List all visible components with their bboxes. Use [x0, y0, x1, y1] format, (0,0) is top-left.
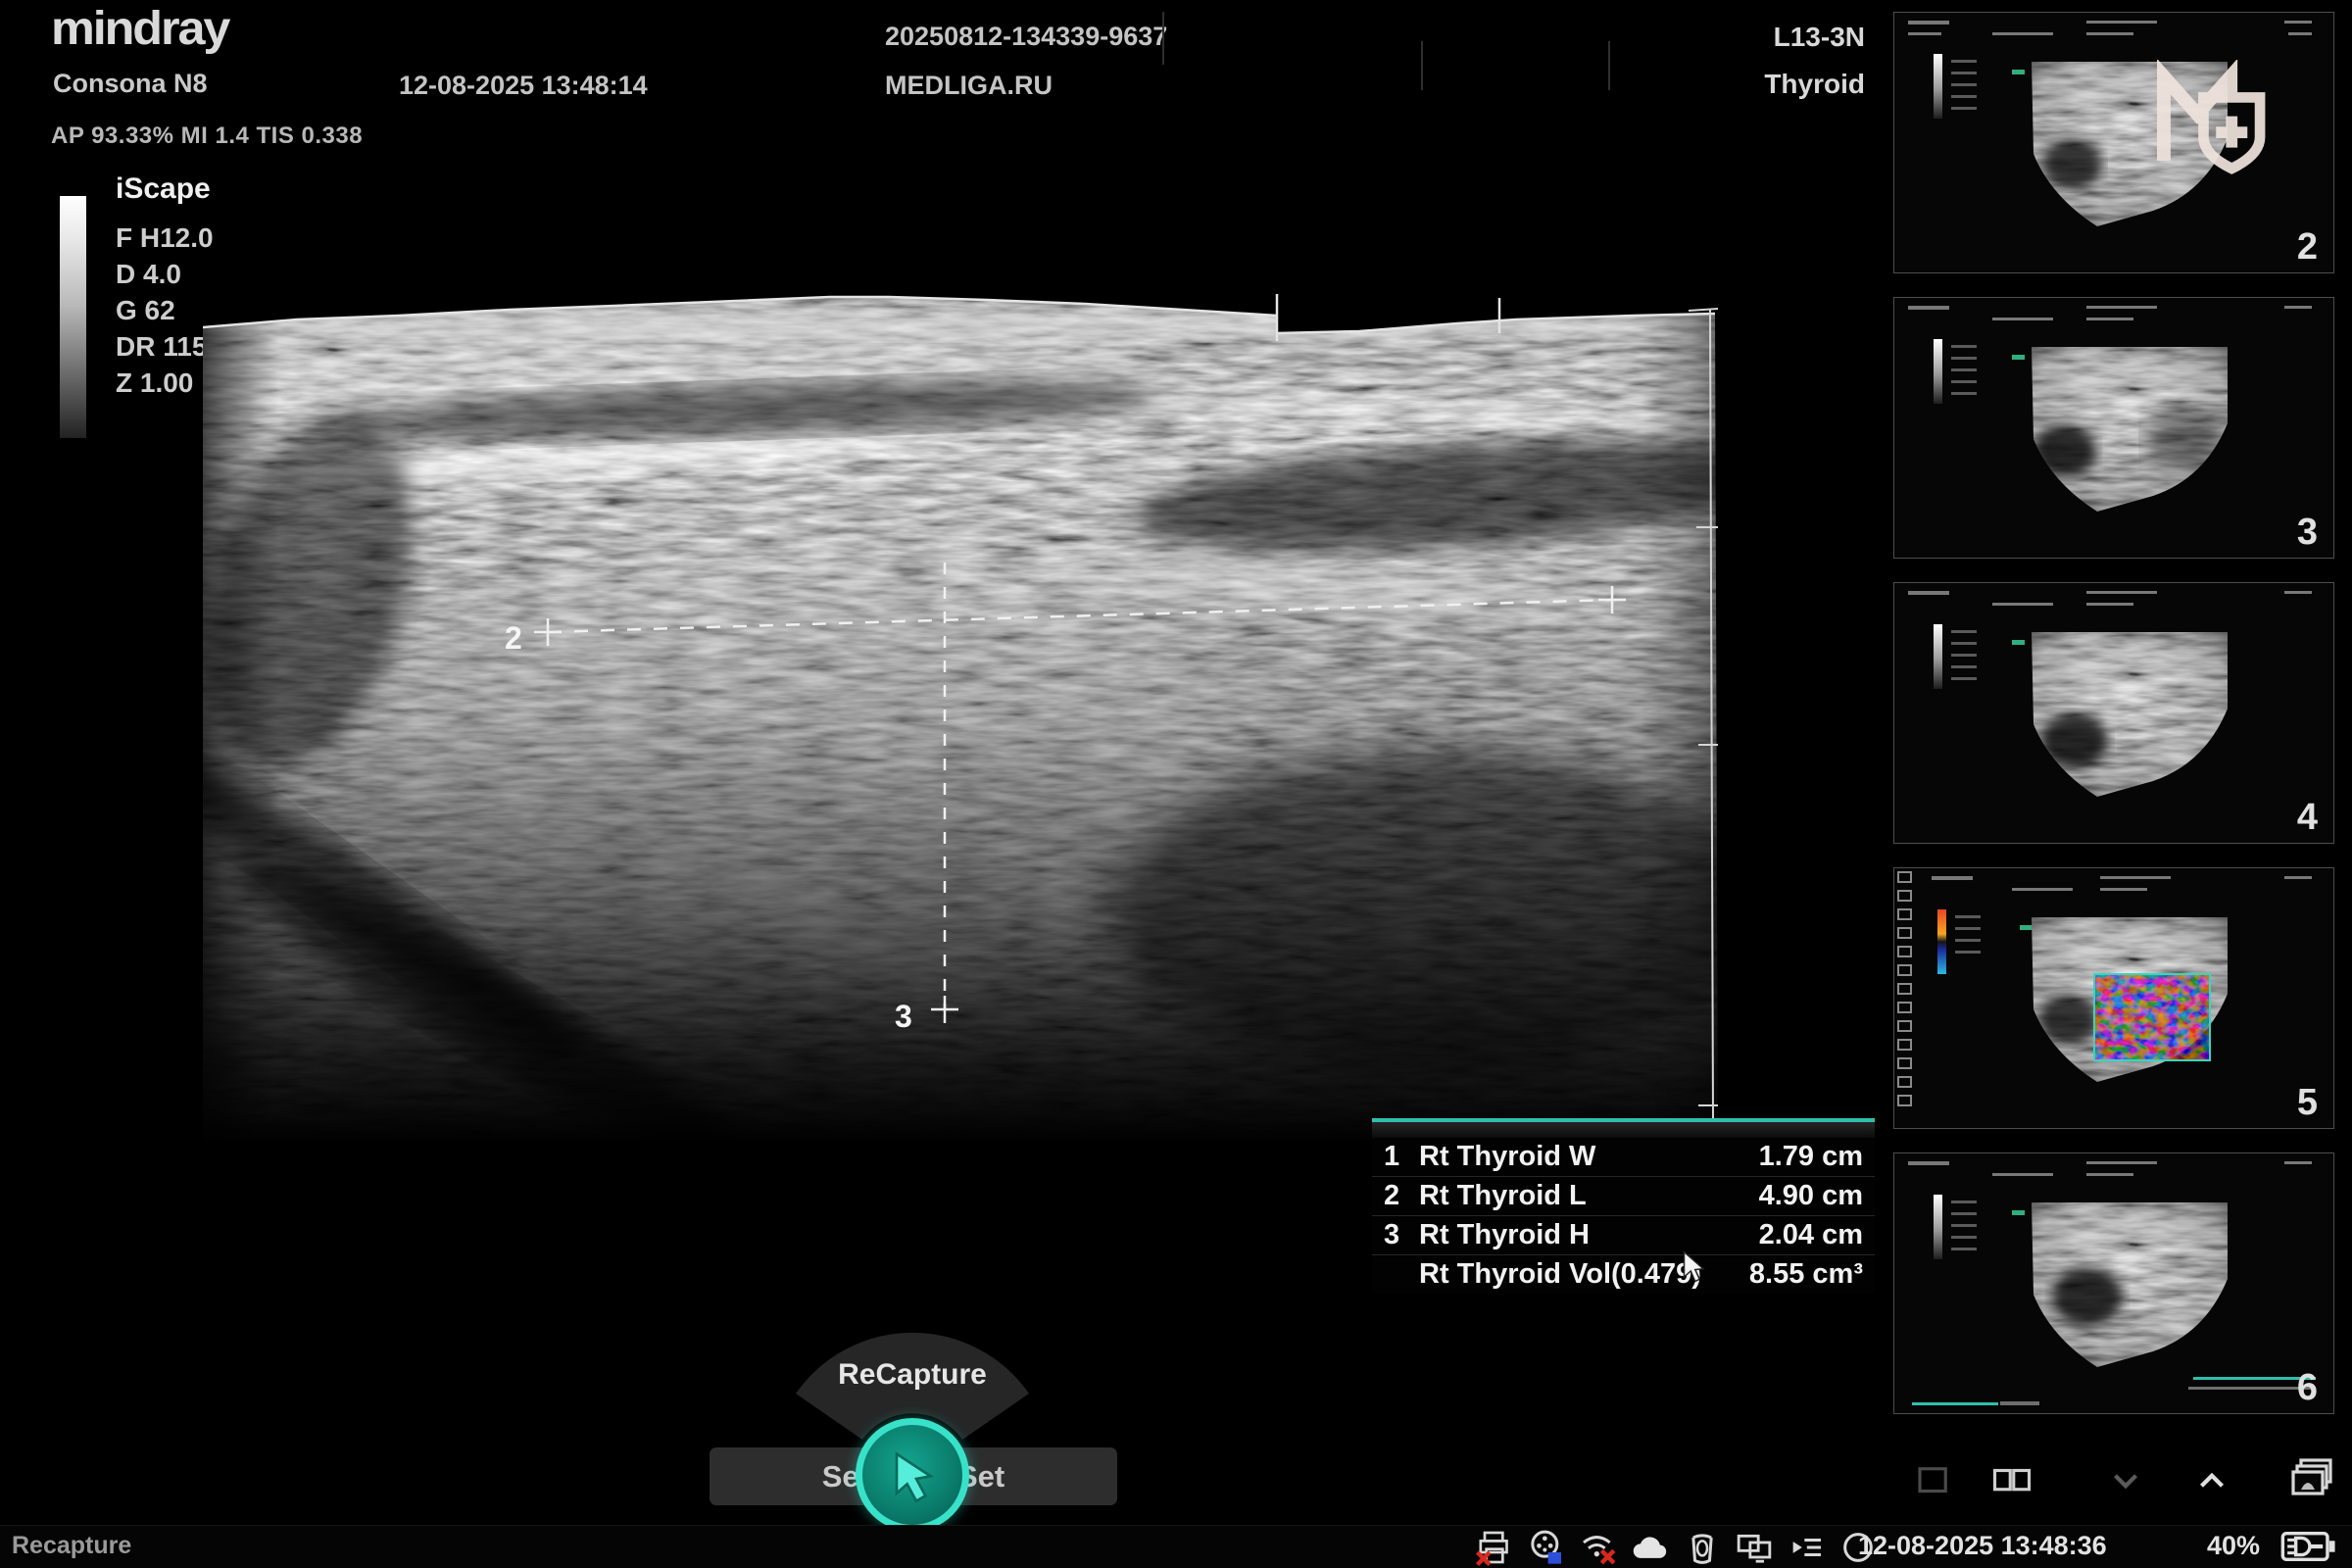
result-row-length: 2 Rt Thyroid L 4.90 cm	[1372, 1177, 1875, 1216]
battery-percent: 40%	[2207, 1531, 2260, 1561]
dual-frame-icon[interactable]	[1991, 1460, 2033, 1501]
caliper-2-label: 2	[505, 620, 522, 656]
chevron-up-icon[interactable]	[2191, 1460, 2232, 1501]
measurement-results-box: 1 Rt Thyroid W 1.79 cm 2 Rt Thyroid L 4.…	[1372, 1118, 1875, 1294]
thumbnail-5-image	[2004, 904, 2251, 1098]
ultrasound-panorama-image: 2 3	[203, 294, 1718, 1143]
result-label: Rt Thyroid H	[1419, 1219, 1759, 1251]
mouse-cursor	[1680, 1250, 1709, 1286]
chevron-down-icon[interactable]	[2105, 1460, 2146, 1501]
param-frequency: F H12.0	[116, 222, 214, 253]
current-function-label: Recapture	[12, 1532, 131, 1560]
exam-id: 20250812-134339-9637	[885, 22, 1167, 52]
thumbnail-number: 5	[2297, 1082, 2318, 1124]
result-index: 2	[1384, 1180, 1419, 1212]
result-row-height: 3 Rt Thyroid H 2.04 cm	[1372, 1216, 1875, 1255]
ultrasound-image-area: 2 3	[203, 294, 1718, 1143]
ultrasound-system-screen: mindray Consona N8 12-08-2025 13:48:14 2…	[0, 0, 2352, 1568]
thumbnail-4-image	[2004, 618, 2251, 812]
thumbnail-scale-label	[2000, 1401, 2039, 1405]
brand-logo: mindray	[51, 2, 228, 56]
image-parameters: F H12.0 D 4.0 G 62 DR 115 Z 1.00	[116, 220, 214, 401]
param-gain: G 62	[116, 295, 175, 325]
probe-name[interactable]: L13-3N	[1774, 22, 1865, 53]
acoustic-output-readout: AP 93.33% MI 1.4 TIS 0.338	[51, 122, 363, 150]
result-row-volume: Rt Thyroid Vol(0.479) 8.55 cm³	[1372, 1255, 1875, 1294]
result-value: 2.04 cm	[1759, 1219, 1863, 1251]
wifi-off-icon[interactable]	[1579, 1528, 1618, 1567]
header-divider	[1162, 12, 1164, 65]
result-index: 3	[1384, 1219, 1419, 1251]
param-dynamic-range: DR 115	[116, 331, 207, 362]
thumbnail-3-image	[2004, 333, 2251, 527]
result-value: 8.55 cm³	[1749, 1258, 1863, 1291]
status-icon-tray	[1475, 1528, 1878, 1567]
print-error-icon[interactable]	[1475, 1528, 1514, 1567]
result-label: Rt Thyroid L	[1419, 1180, 1759, 1212]
header-divider	[1421, 41, 1423, 90]
cloud-icon[interactable]	[1631, 1528, 1670, 1567]
result-index: 1	[1384, 1141, 1419, 1173]
thumbnail-number: 4	[2297, 797, 2318, 839]
system-model: Consona N8	[53, 69, 208, 99]
result-row-width: 1 Rt Thyroid W 1.79 cm	[1372, 1138, 1875, 1177]
thumbnail-number: 2	[2297, 226, 2318, 269]
imaging-mode-label: iScape	[116, 172, 211, 206]
pointer-arrow-icon	[881, 1444, 944, 1506]
thumbnail-number: 3	[2297, 512, 2318, 554]
image-gallery-icon[interactable]	[2285, 1452, 2340, 1507]
recapture-label[interactable]: ReCapture	[765, 1358, 1059, 1392]
task-queue-icon[interactable]	[1787, 1528, 1826, 1567]
single-frame-icon[interactable]	[1913, 1460, 1954, 1501]
thumbnail-6-image	[2004, 1189, 2251, 1383]
header-divider	[1608, 41, 1610, 90]
param-zoom: Z 1.00	[116, 368, 193, 398]
clinic-logo-icon	[2149, 60, 2275, 185]
exam-datetime: 12-08-2025 13:48:14	[399, 71, 648, 101]
grayscale-bar	[60, 196, 86, 438]
dual-display-icon[interactable]	[1735, 1528, 1774, 1567]
param-depth: D 4.0	[116, 259, 181, 289]
site-name: MEDLIGA.RU	[885, 71, 1053, 101]
thumbnail-4[interactable]: 4	[1893, 582, 2334, 844]
speckle-texture	[203, 294, 1718, 1143]
thumbnail-2[interactable]: 2	[1893, 12, 2334, 273]
trackball-cursor-indicator	[856, 1418, 969, 1532]
thumbnail-3[interactable]: 3	[1893, 297, 2334, 559]
thumbnail-5[interactable]: 5	[1893, 867, 2334, 1129]
cine-clip-icon[interactable]	[1527, 1528, 1566, 1567]
cine-clip-filmstrip	[1897, 871, 1919, 1125]
battery-ac-icon[interactable]	[2279, 1528, 2336, 1565]
result-value: 4.90 cm	[1759, 1180, 1863, 1212]
thumbnail-scale-line	[1912, 1402, 1998, 1405]
caliper-3-label: 3	[895, 999, 912, 1034]
thumbnail-number: 6	[2297, 1367, 2318, 1409]
results-header-strip	[1372, 1122, 1875, 1138]
result-label: Rt Thyroid W	[1419, 1141, 1759, 1173]
exam-preset[interactable]: Thyroid	[1764, 69, 1865, 100]
result-value: 1.79 cm	[1759, 1141, 1863, 1173]
statusbar-datetime: 12-08-2025 13:48:36	[1858, 1531, 2107, 1561]
thumbnail-6[interactable]: 6	[1893, 1152, 2334, 1414]
recycle-bin-icon[interactable]	[1683, 1528, 1722, 1567]
